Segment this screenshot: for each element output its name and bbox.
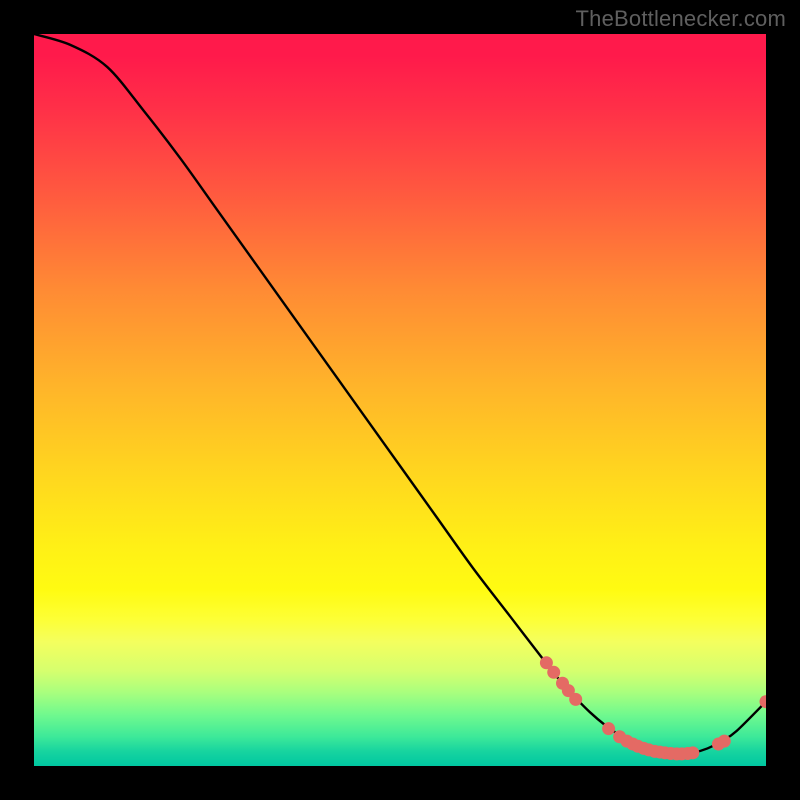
data-marker [569, 693, 582, 706]
bottleneck-curve [34, 34, 766, 754]
data-markers-group [540, 656, 766, 760]
data-marker [602, 722, 615, 735]
chart-svg [34, 34, 766, 766]
plot-area [34, 34, 766, 766]
data-marker [686, 746, 699, 759]
data-marker [547, 666, 560, 679]
chart-stage: TheBottlenecker.com [0, 0, 800, 800]
attribution-text: TheBottlenecker.com [576, 6, 786, 32]
data-marker [718, 735, 731, 748]
